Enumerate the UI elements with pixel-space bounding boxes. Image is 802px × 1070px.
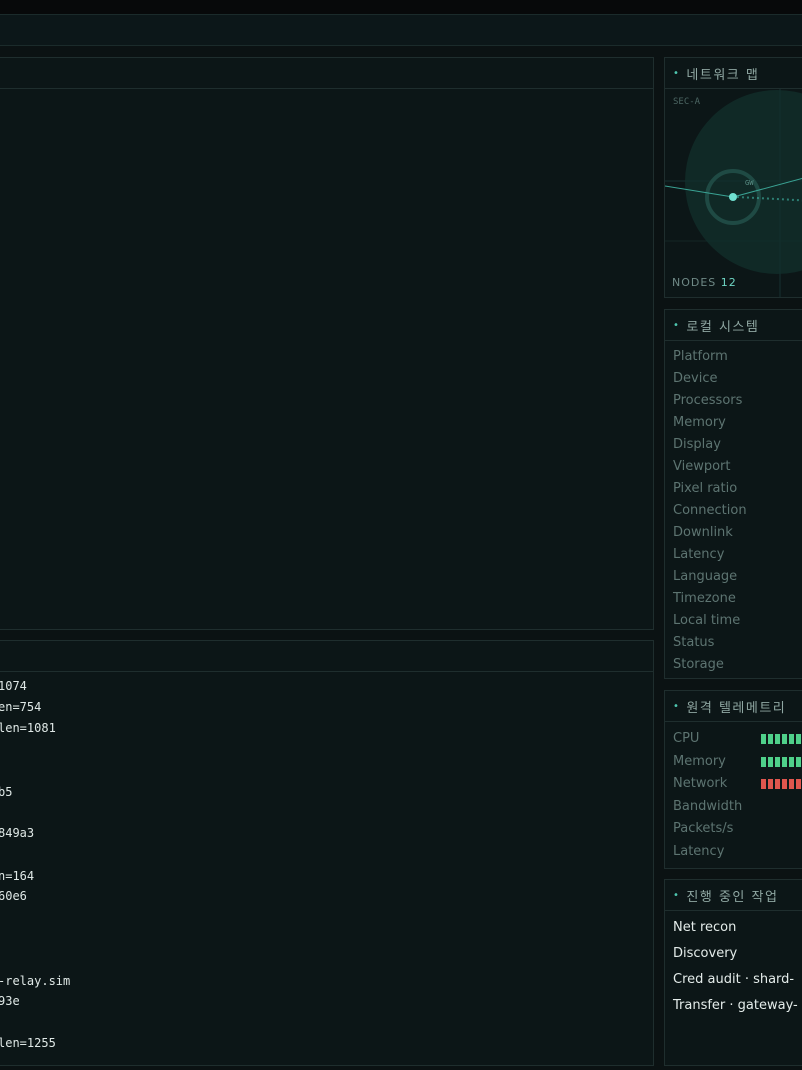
system-label-downlink: Downlink xyxy=(673,525,733,540)
remote-telemetry-panel: • 원격 텔레메트리 CPU Memory Network Bandwidth … xyxy=(664,690,802,869)
meter-segment xyxy=(789,779,794,790)
telemetry-label: Bandwidth xyxy=(673,798,743,814)
system-label-display: Display xyxy=(673,437,721,452)
network-map-panel: • 네트워크 맵 GW SEC-A NODES 12 xyxy=(664,57,802,298)
active-tasks-panel: • 진행 중인 작업 Net recon Discovery Cred audi… xyxy=(664,879,802,1066)
telemetry-row-latency: Latency xyxy=(673,841,802,864)
log-line: n=164 xyxy=(0,869,35,883)
system-label-pixel-ratio: Pixel ratio xyxy=(673,481,738,496)
bullet-icon: • xyxy=(673,700,681,712)
meter-segment xyxy=(768,779,773,790)
network-map-header: • 네트워크 맵 xyxy=(665,58,802,89)
local-system-title: 로컬 시스템 xyxy=(686,319,760,335)
meter-segment xyxy=(761,734,766,744)
log-line: -relay.sim xyxy=(0,974,71,988)
log-line: en=754 xyxy=(0,700,42,714)
system-label-memory: Memory xyxy=(673,415,726,430)
nodes-label: NODES xyxy=(672,276,717,289)
remote-telemetry-title: 원격 텔레메트리 xyxy=(686,700,787,716)
gateway-node[interactable] xyxy=(729,193,737,201)
memory-meter xyxy=(761,756,801,767)
main-panel-header xyxy=(0,58,653,89)
active-tasks-header: • 진행 중인 작업 xyxy=(665,880,802,911)
radar-sweep-area xyxy=(685,90,802,274)
meter-segment xyxy=(789,756,794,767)
task-item[interactable]: Discovery xyxy=(673,944,802,970)
meter-segment xyxy=(775,779,780,790)
system-label-processors: Processors xyxy=(673,393,743,408)
meter-segment xyxy=(761,756,766,767)
network-map-title: 네트워크 맵 xyxy=(686,67,760,83)
system-label-latency: Latency xyxy=(673,547,725,562)
log-line: 60e6 xyxy=(0,889,27,903)
gateway-node-label: GW xyxy=(745,179,754,187)
meter-segment xyxy=(775,734,780,744)
log-line: len=1255 xyxy=(0,1036,56,1050)
system-label-platform: Platform xyxy=(673,349,728,364)
system-label-local-time: Local time xyxy=(673,613,741,628)
top-strip xyxy=(0,0,802,14)
log-panel: 1074 en=754 len=1081 b5 849a3 n=164 60e6… xyxy=(0,640,654,1066)
task-item[interactable]: Cred audit · shard- xyxy=(673,970,802,996)
system-label-connection: Connection xyxy=(673,503,747,518)
system-label-device: Device xyxy=(673,371,718,386)
active-tasks-title: 진행 중인 작업 xyxy=(686,889,779,905)
header-bar xyxy=(0,14,802,46)
meter-segment xyxy=(796,734,801,744)
bullet-icon: • xyxy=(673,319,681,331)
log-line: 93e xyxy=(0,994,20,1008)
log-line: b5 xyxy=(0,785,13,799)
telemetry-row-bandwidth: Bandwidth xyxy=(673,796,802,819)
log-line: len=1081 xyxy=(0,721,56,735)
telemetry-row-network: Network xyxy=(673,773,802,796)
telemetry-row-memory: Memory xyxy=(673,751,802,774)
telemetry-list: CPU Memory Network Bandwidth Packets/s L… xyxy=(673,728,802,864)
meter-segment xyxy=(796,756,801,767)
system-label-viewport: Viewport xyxy=(673,459,731,474)
system-label-timezone: Timezone xyxy=(673,591,736,606)
map-sector-label: SEC-A xyxy=(673,97,701,107)
nodes-count: 12 xyxy=(720,276,737,289)
meter-segment xyxy=(782,756,787,767)
log-line: 1074 xyxy=(0,679,27,693)
local-system-header: • 로컬 시스템 xyxy=(665,310,802,341)
cpu-meter xyxy=(761,734,801,744)
telemetry-label: Packets/s xyxy=(673,821,734,837)
meter-segment xyxy=(782,734,787,744)
telemetry-row-packets: Packets/s xyxy=(673,818,802,841)
task-item[interactable]: Net recon xyxy=(673,918,802,944)
network-meter xyxy=(761,779,801,790)
task-list: Net recon Discovery Cred audit · shard- … xyxy=(673,918,802,1022)
local-system-panel: • 로컬 시스템 Platform Device Processors Memo… xyxy=(664,309,802,679)
meter-segment xyxy=(761,779,766,790)
system-label-status: Status xyxy=(673,635,715,650)
map-nodes-count: NODES 12 xyxy=(672,276,737,289)
system-label-storage: Storage xyxy=(673,657,724,672)
log-panel-header xyxy=(0,641,653,672)
system-info-list: Platform Device Processors Memory Displa… xyxy=(673,346,747,676)
network-map-canvas: GW xyxy=(665,89,802,297)
bullet-icon: • xyxy=(673,67,681,79)
system-label-language: Language xyxy=(673,569,738,584)
meter-segment xyxy=(796,779,801,790)
meter-segment xyxy=(768,734,773,744)
meter-segment xyxy=(782,779,787,790)
meter-segment xyxy=(789,734,794,744)
meter-segment xyxy=(775,756,780,767)
remote-telemetry-header: • 원격 텔레메트리 xyxy=(665,691,802,722)
meter-segment xyxy=(768,756,773,767)
telemetry-label: Latency xyxy=(673,843,725,859)
main-panel xyxy=(0,57,654,630)
log-line: 849a3 xyxy=(0,826,35,840)
bullet-icon: • xyxy=(673,889,681,901)
network-map[interactable]: GW SEC-A NODES 12 xyxy=(665,89,802,297)
telemetry-row-cpu: CPU xyxy=(673,728,802,751)
task-item[interactable]: Transfer · gateway- xyxy=(673,996,802,1022)
